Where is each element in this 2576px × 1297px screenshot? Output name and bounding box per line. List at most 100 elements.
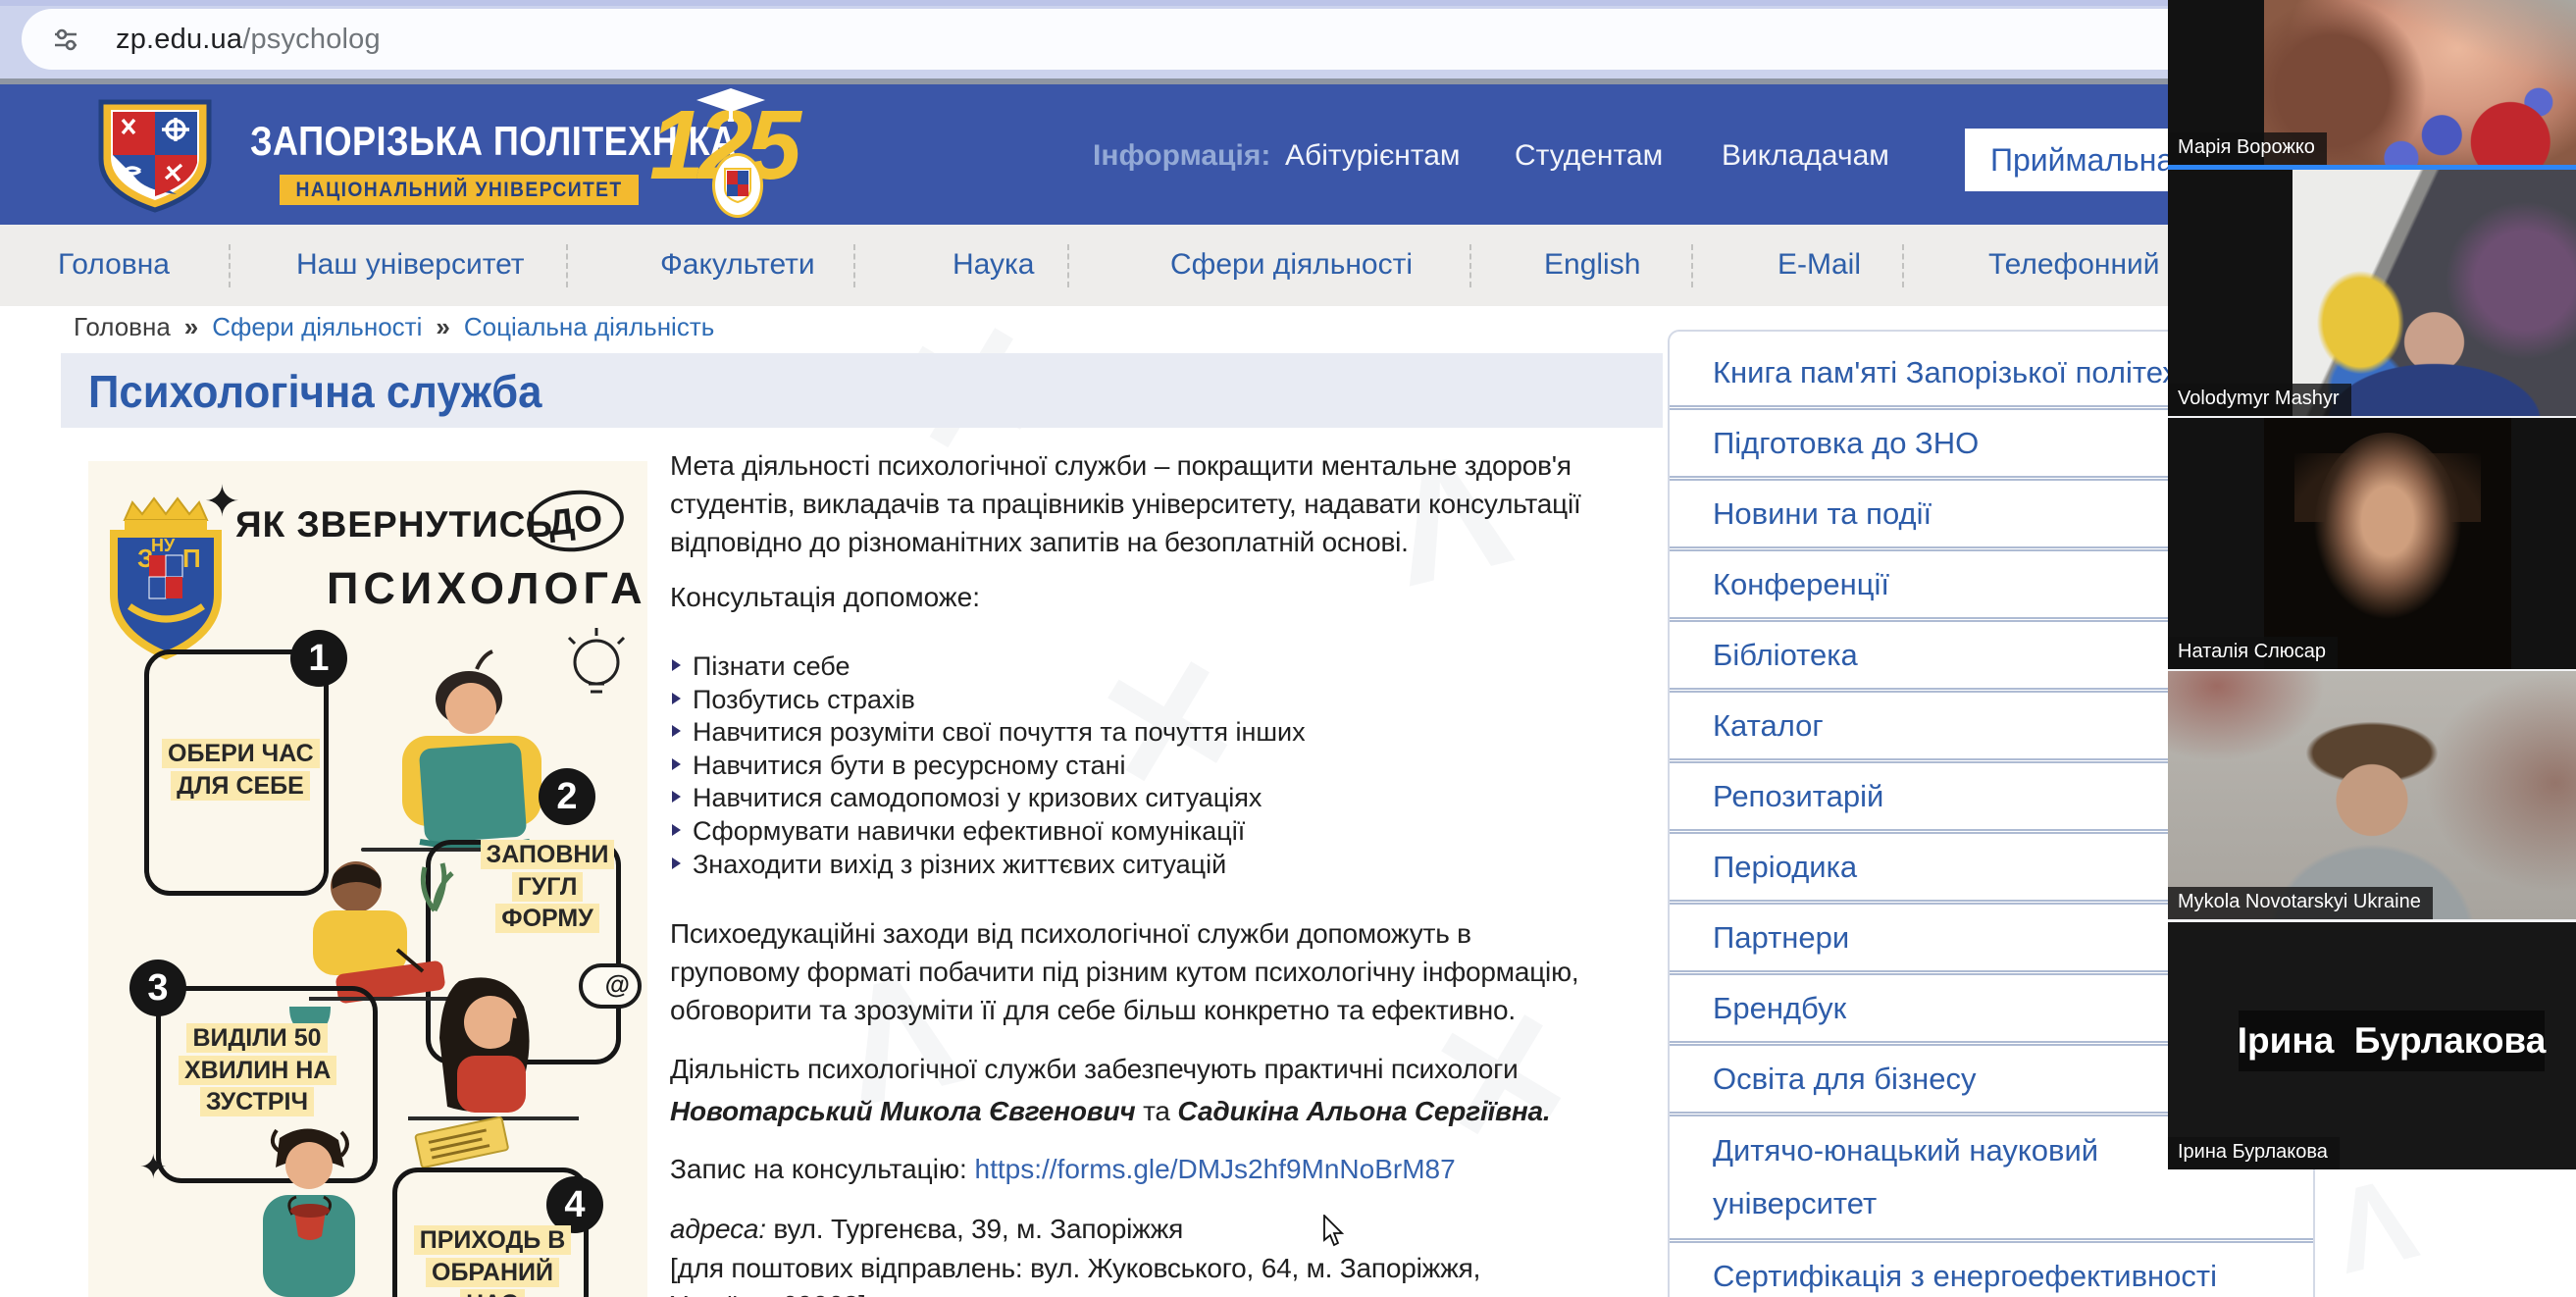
nav-item-science[interactable]: Наука xyxy=(953,248,1034,282)
url-host: zp.edu.ua xyxy=(116,24,242,55)
participant-name-label: Volodymyr Mashyr xyxy=(2168,384,2351,416)
video-call-panel: Марія Ворожко Volodymyr Mashyr Наталія С… xyxy=(2168,0,2576,1169)
step3-number-badge: 3 xyxy=(129,960,186,1016)
camera-off-name: Ірина Бурлакова xyxy=(2238,1020,2547,1062)
breadcrumb-social-activity[interactable]: Соціальна діяльність xyxy=(464,312,714,342)
video-tile-volodymyr-mashyr[interactable]: Volodymyr Mashyr xyxy=(2168,170,2576,416)
person-with-mug-illustration xyxy=(235,1120,383,1297)
step1-number-badge: 1 xyxy=(290,630,347,687)
bullet-arrow-icon xyxy=(672,758,681,770)
breadcrumb-separator: » xyxy=(436,312,449,342)
nav-separator xyxy=(1691,244,1693,287)
sidebar-item-energy-certification[interactable]: Сертифікація з енергоефективності xyxy=(1670,1238,2313,1297)
infographic-title-line1: ЯК ЗВЕРНУТИСЬ xyxy=(235,504,553,545)
screen: zp.edu.ua/psycholog ЗАПОРІЗ xyxy=(0,0,2576,1297)
paragraph-staff-line2: Новотарський Микола Євгенович та Садикін… xyxy=(670,1092,1551,1130)
bullet-arrow-icon xyxy=(672,659,681,671)
list-item: Навчитися бути в ресурсному стані xyxy=(670,751,1306,784)
participant-name-label: Ірина Бурлакова xyxy=(2168,1137,2340,1169)
nav-item-university[interactable]: Наш університет xyxy=(296,248,525,282)
paragraph-psychoeducation-line1: Психоедукаційні заходи від психологічної… xyxy=(670,914,1471,953)
consultation-form-link[interactable]: https://forms.gle/DMJs2hf9MnNoBrM87 xyxy=(975,1154,1456,1184)
nav-separator xyxy=(1469,244,1471,287)
url-path: /psycholog xyxy=(242,24,381,55)
nav-item-home[interactable]: Головна xyxy=(58,248,170,282)
participant-name-label: Марія Ворожко xyxy=(2168,132,2327,165)
breadcrumb-activity-spheres[interactable]: Сфери діяльності xyxy=(212,312,422,342)
list-item: Позбутись страхів xyxy=(670,685,1306,718)
nav-item-english[interactable]: English xyxy=(1544,248,1640,282)
nav-separator xyxy=(229,244,231,287)
step2-text: ЗАПОВНИ ГУГЛ ФОРМУ xyxy=(474,839,621,935)
nav-separator xyxy=(853,244,855,287)
svg-text:П: П xyxy=(182,544,201,573)
svg-text:НУ: НУ xyxy=(151,536,176,555)
video-tile-iryna-burlakova[interactable]: Ірина Бурлакова Ірина Бурлакова xyxy=(2168,922,2576,1169)
postal-address-line1: [для поштових відправлень: вул. Жуковськ… xyxy=(670,1249,1480,1287)
participant-video xyxy=(2293,170,2576,416)
info-label: Інформація: xyxy=(1093,139,1270,173)
consultation-list-intro: Консультація допоможе: xyxy=(670,582,980,613)
paragraph-goal-line2: студентів, викладачів та працівників уні… xyxy=(670,485,1581,523)
list-item: Навчитися самодопомозі у кризових ситуац… xyxy=(670,783,1306,816)
list-item: Сформувати навички ефективної комунікаці… xyxy=(670,816,1306,850)
postal-address-line2: Україна, 69063] xyxy=(670,1290,866,1297)
participant-name-label: Наталія Слюсар xyxy=(2168,637,2338,669)
step1-text: ОБЕРИ ЧАС ДЛЯ СЕБЕ xyxy=(162,738,319,802)
infographic-title-circled: ДО xyxy=(524,486,627,556)
infographic-title-line2: ПСИХОЛОГА xyxy=(327,563,647,614)
step3-text: ВИДІЛИ 50 ХВИЛИН НА ЗУСТРІЧ xyxy=(179,1022,335,1118)
paragraph-staff-line1: Діяльність психологічної служби забезпеч… xyxy=(670,1050,1519,1088)
nav-separator xyxy=(1067,244,1069,287)
paragraph-goal-line1: Мета діяльності психологічної служби – п… xyxy=(670,446,1571,485)
camera-off-name-card: Ірина Бурлакова xyxy=(2239,1011,2545,1071)
header-link-students[interactable]: Студентам xyxy=(1515,139,1663,173)
breadcrumb-home[interactable]: Головна xyxy=(74,312,171,342)
header-link-abiturient[interactable]: Абітурієнтам xyxy=(1285,139,1461,173)
thought-cloud-doodle xyxy=(579,963,642,1009)
bullet-arrow-icon xyxy=(672,857,681,869)
nav-separator xyxy=(1902,244,1904,287)
psychologist-name-2: Садикіна Альона Сергіївна. xyxy=(1177,1096,1550,1126)
consultation-benefits-list: Пізнати себе Позбутись страхів Навчитися… xyxy=(670,651,1306,882)
participant-video xyxy=(2168,671,2576,919)
video-tile-mykola-novotarskyi[interactable]: Mykola Novotarskyi Ukraine xyxy=(2168,671,2576,919)
page-title: Психологічна служба xyxy=(88,365,541,418)
bullet-arrow-icon xyxy=(672,824,681,836)
nav-item-activity-spheres[interactable]: Сфери діяльності xyxy=(1170,248,1413,282)
infographic-crest: З П НУ xyxy=(100,491,232,667)
signup-line: Запис на консультацію: https://forms.gle… xyxy=(670,1154,1456,1185)
signup-label: Запис на консультацію: xyxy=(670,1154,975,1184)
participant-video xyxy=(2264,418,2511,669)
star-doodle: ✦ xyxy=(139,1148,168,1187)
nav-item-email[interactable]: E-Mail xyxy=(1777,248,1861,282)
how-to-contact-psychologist-infographic: ✦ ✧ З П НУ ЯК ЗВЕРНУТИСЬ ДО ПСИХОЛОГА 1 xyxy=(88,461,647,1297)
address-label: адреса: xyxy=(670,1214,766,1244)
bullet-arrow-icon xyxy=(672,725,681,737)
list-item: Знаходити вихід з різних життєвих ситуац… xyxy=(670,850,1306,883)
paragraph-goal-line3: відповідно до різноманітних запитів на б… xyxy=(670,523,1409,561)
step2-number-badge: 2 xyxy=(539,768,595,825)
participant-video-detail xyxy=(2314,433,2461,629)
breadcrumb: Головна » Сфери діяльності » Соціальна д… xyxy=(74,312,714,342)
person-on-phone-illustration xyxy=(400,971,587,1182)
psychologist-name-1: Новотарський Микола Євгенович xyxy=(670,1096,1136,1126)
header-link-teachers[interactable]: Викладачам xyxy=(1722,139,1889,173)
address-line: адреса: вул. Тургенєва, 39, м. Запоріжжя xyxy=(670,1210,1183,1248)
list-item: Пізнати себе xyxy=(670,651,1306,685)
url-text: zp.edu.ua/psycholog xyxy=(116,24,381,56)
participant-name-label: Mykola Novotarskyi Ukraine xyxy=(2168,887,2433,919)
paragraph-psychoeducation-line2: груповому форматі побачити під різним ку… xyxy=(670,953,1578,991)
tune-icon[interactable] xyxy=(43,17,88,62)
nav-separator xyxy=(566,244,568,287)
video-tile-natalia-sliusar[interactable]: Наталія Слюсар xyxy=(2168,418,2576,669)
nav-item-faculties[interactable]: Факультети xyxy=(660,248,815,282)
address-value: вул. Тургенєва, 39, м. Запоріжжя xyxy=(766,1214,1183,1244)
step4-text: ПРИХОДЬ В ОБРАНИЙ ЧАС xyxy=(404,1224,581,1297)
video-tile-maria-vorozhko[interactable]: Марія Ворожко xyxy=(2168,0,2576,165)
bullet-arrow-icon xyxy=(672,693,681,704)
mouse-cursor xyxy=(1322,1215,1352,1253)
list-item: Навчитися розуміти свої почуття та почут… xyxy=(670,717,1306,751)
page-title-band: Психологічна служба xyxy=(61,353,1663,428)
breadcrumb-separator: » xyxy=(184,312,198,342)
